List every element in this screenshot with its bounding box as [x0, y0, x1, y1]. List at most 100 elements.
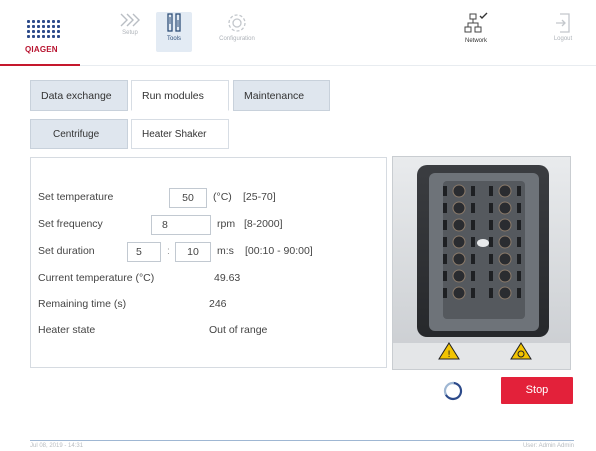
remaining-time-label: Remaining time (s) — [38, 298, 127, 310]
setup-label: Setup — [122, 30, 138, 36]
frequency-input[interactable]: 8 — [151, 215, 211, 235]
footer-user: User: Admin Admin — [522, 443, 574, 449]
tab-data-exchange[interactable]: Data exchange — [30, 80, 128, 111]
logout-button[interactable]: Logout — [546, 12, 580, 52]
tools-icon — [167, 13, 181, 32]
duration-minutes-input[interactable]: 5 — [127, 242, 161, 262]
rack-slot — [489, 186, 493, 196]
tube-well — [498, 252, 512, 266]
brand-accent-line — [0, 64, 80, 66]
set-duration-label: Set duration — [38, 245, 95, 257]
logo-dot — [42, 25, 45, 28]
logo-dot — [47, 25, 50, 28]
tube-well — [498, 201, 512, 215]
logo-dot — [52, 20, 55, 23]
logo-dot — [52, 30, 55, 33]
tube-well — [452, 235, 466, 249]
logo-dot — [37, 20, 40, 23]
logo-dot — [37, 35, 40, 38]
logo-dot — [52, 35, 55, 38]
logo-dot — [57, 25, 60, 28]
logo-dot — [27, 20, 30, 23]
rack-slot — [443, 237, 447, 247]
rack-slot — [517, 203, 521, 213]
rack-slot — [443, 186, 447, 196]
logo-dot — [32, 25, 35, 28]
tools-label: Tools — [166, 36, 181, 42]
logo-dot — [32, 30, 35, 33]
current-temperature-label: Current temperature (°C) — [38, 272, 155, 284]
heater-state-value: Out of range — [209, 324, 268, 336]
tube-well — [498, 184, 512, 198]
rack-slot — [471, 288, 475, 298]
logo-dots — [27, 20, 63, 42]
logo-dot — [42, 30, 45, 33]
tab-run-modules[interactable]: Run modules — [131, 80, 229, 111]
rack-slot — [471, 203, 475, 213]
rack-slot — [471, 254, 475, 264]
top-bar: QIAGEN Setup Tools Configuration Network… — [0, 0, 596, 64]
logo-dot — [37, 25, 40, 28]
rack-slot — [471, 237, 475, 247]
rack-slot — [489, 203, 493, 213]
logo-dot — [47, 20, 50, 23]
logo-text: QIAGEN — [25, 45, 58, 54]
duration-unit: m:s — [217, 245, 234, 257]
rack-slot — [517, 288, 521, 298]
rack-slot — [489, 237, 493, 247]
loading-spinner-icon — [443, 381, 463, 401]
rack-slot — [471, 271, 475, 281]
rack-slot — [489, 271, 493, 281]
logo-dot — [37, 30, 40, 33]
logo-dot — [42, 20, 45, 23]
frequency-unit: rpm — [217, 218, 236, 230]
rack-slot — [489, 288, 493, 298]
tube-well — [452, 269, 466, 283]
logo-dot — [32, 20, 35, 23]
rack-slot — [443, 220, 447, 230]
rack-slot — [443, 254, 447, 264]
footer-timestamp: Jul 08, 2019 - 14:31 — [30, 443, 84, 449]
tube-well — [452, 218, 466, 232]
tube-well — [498, 286, 512, 300]
logo-dot — [27, 35, 30, 38]
rack-slot — [517, 271, 521, 281]
logout-label: Logout — [553, 36, 573, 42]
logo-dot — [27, 30, 30, 33]
logo-dot — [47, 30, 50, 33]
logo-dot — [47, 35, 50, 38]
heater-state-label: Heater state — [38, 324, 96, 336]
temperature-range: [25-70] — [243, 191, 276, 203]
rack-slot — [489, 254, 493, 264]
temperature-input[interactable]: 50 — [169, 188, 207, 208]
configuration-button[interactable]: Configuration — [210, 12, 264, 52]
network-button[interactable]: Network — [456, 12, 496, 52]
tube-well — [452, 201, 466, 215]
rack-slot — [471, 186, 475, 196]
network-icon — [464, 12, 488, 33]
logo-dot — [42, 35, 45, 38]
current-temperature-value: 49.63 — [214, 272, 241, 284]
logo-dot — [27, 25, 30, 28]
heater-shaker-panel: Set temperature 50 (°C) [25-70] Set freq… — [30, 157, 387, 368]
stop-button[interactable]: Stop — [501, 377, 573, 404]
gear-icon — [228, 14, 246, 32]
heater-shaker-illustration: ! — [393, 157, 570, 369]
temperature-unit: (°C) — [213, 191, 232, 203]
logo-dot — [32, 35, 35, 38]
rack-slot — [443, 203, 447, 213]
logo-dot — [57, 30, 60, 33]
header-divider — [0, 65, 596, 66]
duration-seconds-input[interactable]: 10 — [175, 242, 211, 262]
duration-separator: : — [167, 245, 170, 257]
subtab-centrifuge[interactable]: Centrifuge — [30, 119, 128, 149]
tab-maintenance[interactable]: Maintenance — [233, 80, 330, 111]
tube-well — [498, 235, 512, 249]
configuration-label: Configuration — [219, 36, 255, 42]
tube-well — [452, 252, 466, 266]
rack-slot — [443, 288, 447, 298]
setup-button[interactable]: Setup — [112, 12, 148, 52]
subtab-heater-shaker[interactable]: Heater Shaker — [131, 119, 229, 149]
tools-button[interactable]: Tools — [156, 12, 192, 52]
setup-icon — [120, 13, 140, 27]
